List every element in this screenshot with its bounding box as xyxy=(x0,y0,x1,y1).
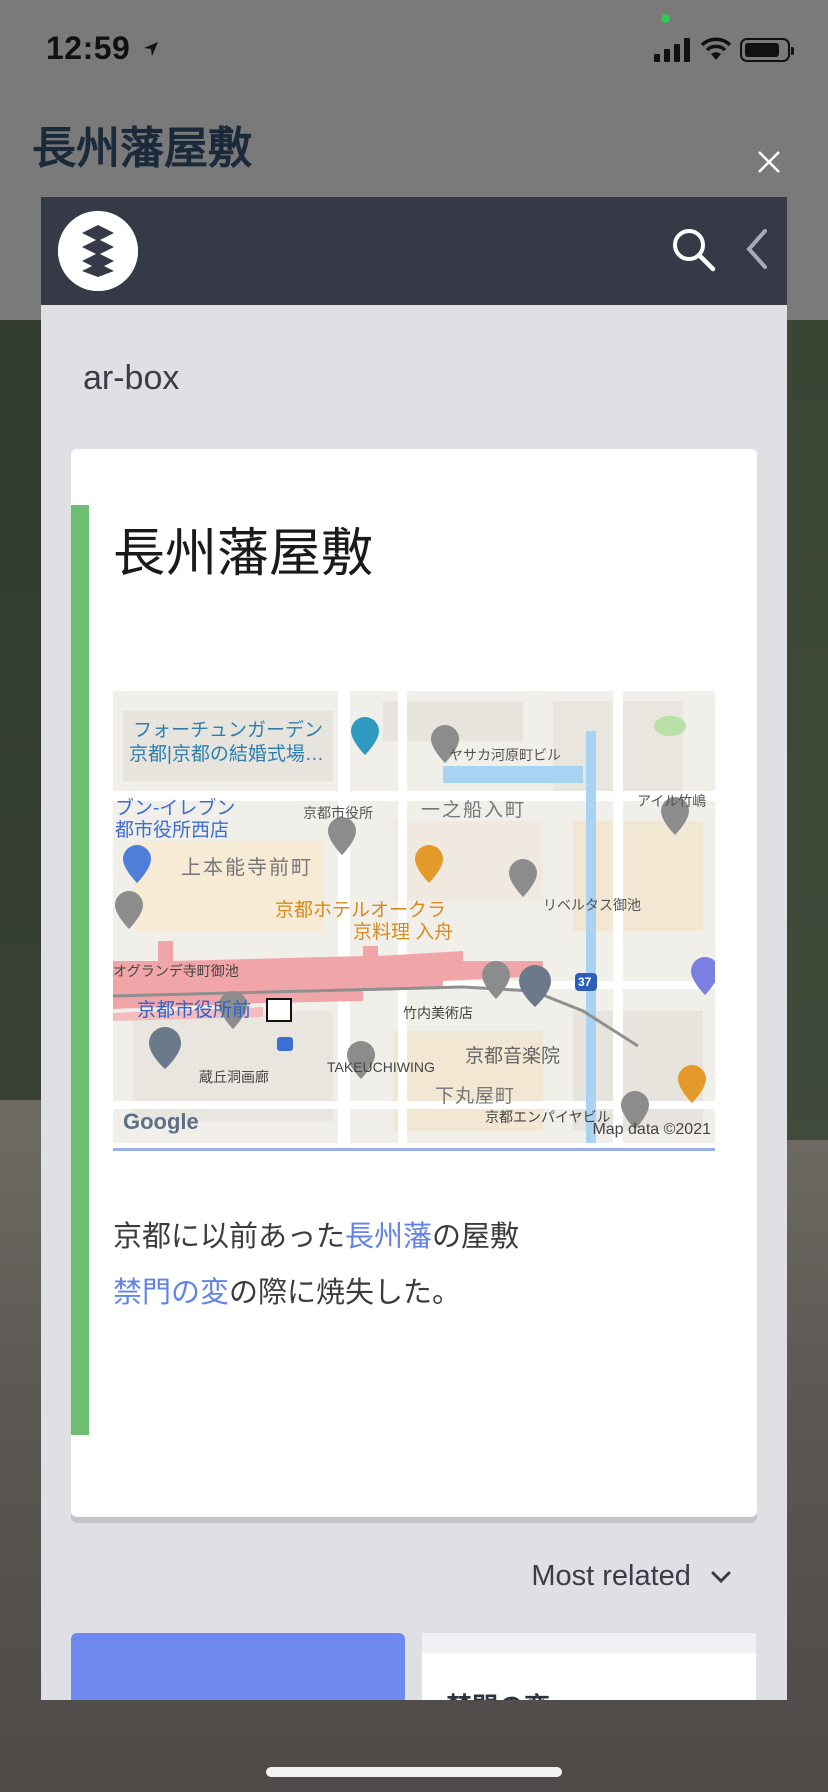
map-label: 京都市役所 xyxy=(303,805,373,821)
map-divider xyxy=(113,1148,715,1151)
app-logo[interactable] xyxy=(58,211,138,291)
search-icon[interactable] xyxy=(669,225,717,273)
description-line-2: 禁門の変の際に焼失した。 xyxy=(113,1265,713,1321)
description-text: の屋敷 xyxy=(432,1221,520,1253)
sort-label: Most related xyxy=(531,1560,691,1592)
location-arrow-icon xyxy=(144,42,158,56)
description-text: の際に焼失した。 xyxy=(229,1277,462,1309)
related-card-title: 禁門の変 xyxy=(446,1687,550,1700)
description-text: 京都に以前あった xyxy=(113,1221,346,1253)
link-kinmon-incident[interactable]: 禁門の変 xyxy=(113,1277,229,1309)
background-tree-right xyxy=(786,320,828,1140)
map-view[interactable]: フォーチュンガーデン 京都|京都の結婚式場… ヤサカ河原町ビル ブン-イレブン … xyxy=(113,691,715,1143)
modal-panel: ar-box 長州藩屋敷 フォーチュンガーデン 京都|京都の結婚式場… ヤサカ河… xyxy=(41,197,787,1700)
map-label: 下丸屋町 xyxy=(435,1086,516,1107)
map-route-number: 37 xyxy=(578,975,592,989)
map-label: オグランデ寺町御池 xyxy=(113,963,239,979)
battery-icon xyxy=(740,38,794,62)
map-label: フォーチュンガーデン xyxy=(133,720,324,741)
map-label: 竹内美術店 xyxy=(403,1005,473,1021)
card-title: 長州藩屋敷 xyxy=(113,525,374,583)
map-label: TAKEUCHIWING xyxy=(327,1059,435,1075)
map-label: 都市役所西店 xyxy=(115,820,230,841)
related-card[interactable] xyxy=(71,1633,405,1700)
home-indicator[interactable] xyxy=(266,1767,562,1777)
google-logo: Google xyxy=(123,1109,199,1134)
map-label: ヤサカ河原町ビル xyxy=(449,747,561,763)
ar-box-card[interactable]: 長州藩屋敷 フォーチュンガーデン 京都|京都の結婚式場… ヤサカ河原町ビル ブン… xyxy=(71,449,757,1517)
chevron-left-icon[interactable] xyxy=(741,227,771,271)
card-description: 京都に以前あった長州藩の屋敷 禁門の変の際に焼失した。 xyxy=(113,1209,713,1321)
map-label: 蔵丘洞画廊 xyxy=(199,1069,269,1085)
wifi-icon xyxy=(700,37,732,60)
link-choshu-han[interactable]: 長州藩 xyxy=(345,1221,432,1253)
map-label: 京料理 入舟 xyxy=(353,922,454,943)
panel-header xyxy=(41,197,787,305)
map-label: 京都|京都の結婚式場… xyxy=(129,744,324,765)
status-bar: 12:59 xyxy=(0,0,828,100)
map-label: 上本能寺前町 xyxy=(181,857,313,879)
chevron-down-icon xyxy=(711,1571,731,1584)
map-label: 京都市役所前 xyxy=(137,1000,252,1021)
page-title: 長州藩屋敷 xyxy=(32,124,252,173)
close-icon[interactable] xyxy=(754,148,784,178)
map-label: リベルタス御池 xyxy=(543,897,641,913)
section-label: ar-box xyxy=(83,359,180,397)
map-attribution: Map data ©2021 xyxy=(592,1121,711,1138)
privacy-dot xyxy=(661,14,670,23)
card-accent-bar xyxy=(71,505,89,1435)
map-label: 京都音楽院 xyxy=(465,1046,561,1067)
status-time: 12:59 xyxy=(46,30,131,66)
sort-dropdown[interactable]: Most related xyxy=(531,1560,731,1593)
map-label: アイル竹嶋 xyxy=(637,793,707,809)
cellular-signal-icon xyxy=(654,38,690,62)
description-line-1: 京都に以前あった長州藩の屋敷 xyxy=(113,1209,713,1265)
map-label: 一之船入町 xyxy=(421,800,527,821)
related-card[interactable]: 禁門の変 xyxy=(422,1633,756,1700)
